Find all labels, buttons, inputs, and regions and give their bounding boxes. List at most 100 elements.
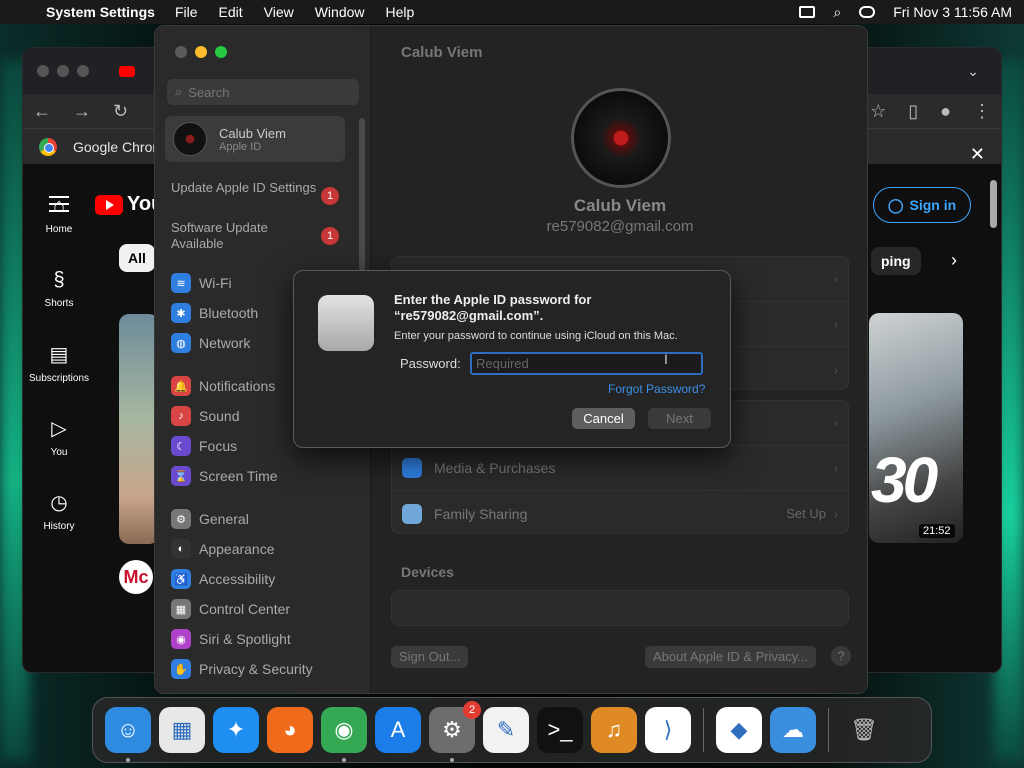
sidebar-item-label: Appearance <box>199 541 275 557</box>
sidebar-item-accessibility[interactable]: ♿ Accessibility <box>171 564 361 594</box>
sidebar-item-general[interactable]: ⚙ General <box>171 504 361 534</box>
dock-weather-icon[interactable]: ☁ <box>770 707 816 753</box>
sidebar-scrollbar[interactable] <box>359 118 365 278</box>
dock-vscode-icon[interactable]: ⟩ <box>645 707 691 753</box>
tab-list-chevron-icon[interactable]: ⌄ <box>967 63 979 80</box>
thumbnail-number: 30 <box>871 444 938 516</box>
sign-out-button[interactable]: Sign Out... <box>391 646 469 668</box>
menu-help[interactable]: Help <box>386 4 415 20</box>
row-label: Media & Purchases <box>434 460 556 476</box>
row-value: Set Up <box>786 506 826 521</box>
yt-nav-home[interactable]: ⌂ Home <box>23 178 95 252</box>
chip-all[interactable]: All <box>119 244 155 272</box>
help-button[interactable]: ? <box>831 646 851 666</box>
menu-window[interactable]: Window <box>315 4 365 20</box>
forward-icon[interactable]: → <box>73 101 91 122</box>
profile-avatar[interactable] <box>571 88 671 188</box>
dock-safari-icon[interactable]: ✦ <box>213 707 259 753</box>
dock: ☺ ▦ ✦ ◕ ◉ A ⚙ 2 ✎ >_ ♫ ⟩ ◆ ☁ 🗑 <box>92 697 932 763</box>
dock-launchpad-icon[interactable]: ▦ <box>159 707 205 753</box>
next-button[interactable]: Next <box>648 408 711 429</box>
chips-next-icon[interactable]: › <box>951 250 957 271</box>
sidebar-item-label: Siri & Spotlight <box>199 631 291 647</box>
settings-row-media-purchases[interactable]: Media & Purchases › <box>392 446 848 491</box>
menu-edit[interactable]: Edit <box>219 4 243 20</box>
sidebar-item-screen-time[interactable]: ⌛ Screen Time <box>171 461 361 491</box>
row-label: Family Sharing <box>434 505 528 522</box>
sidebar-item-privacy-security[interactable]: ✋ Privacy & Security <box>171 654 361 684</box>
yt-nav-history[interactable]: ◷ History <box>23 474 95 548</box>
control-center-icon[interactable] <box>859 6 876 18</box>
side-panel-icon[interactable]: ▯ <box>908 101 918 122</box>
window-controls <box>175 46 227 58</box>
dock-system-settings-icon[interactable]: ⚙ 2 <box>429 701 481 762</box>
channel-avatar[interactable]: Mc <box>119 560 153 594</box>
spotlight-search-icon[interactable]: ⌕ <box>833 4 841 21</box>
sidebar-item-label: Screen Time <box>199 468 278 484</box>
chip-right[interactable]: ping <box>871 247 921 275</box>
menu-app-name[interactable]: System Settings <box>46 4 155 20</box>
more-menu-icon[interactable]: ⋮ <box>973 101 991 122</box>
accessibility-icon: ♿ <box>171 569 191 589</box>
yt-nav-shorts[interactable]: § Shorts <box>23 252 95 326</box>
menu-view[interactable]: View <box>264 4 294 20</box>
yt-nav-subscriptions[interactable]: ▤ Subscriptions <box>23 326 95 400</box>
chevron-right-icon: › <box>834 362 838 377</box>
subscriptions-icon: ▤ <box>49 344 69 366</box>
apple-logo-icon <box>318 295 374 351</box>
sidebar-item-label: Notifications <box>199 378 276 394</box>
dock-finder-icon[interactable]: ☺ <box>105 707 151 762</box>
user-circle-icon: ◯ <box>887 196 904 213</box>
dock-textedit-icon[interactable]: ✎ <box>483 707 529 753</box>
settings-row-family-sharing[interactable]: Family Sharing Set Up › <box>392 491 848 536</box>
clock[interactable]: Fri Nov 3 11:56 AM <box>893 4 1012 20</box>
sidebar-software-update[interactable]: Software Update Available <box>171 220 321 252</box>
sidebar-search-field[interactable]: ⌕ Search <box>167 79 359 105</box>
about-apple-id-button[interactable]: About Apple ID & Privacy... <box>645 646 817 668</box>
dock-terminal-icon[interactable]: >_ <box>537 707 583 753</box>
youtube-tab-icon[interactable] <box>119 65 135 77</box>
yt-nav-label: Shorts <box>44 298 74 309</box>
dock-visual-studio-icon[interactable]: ◆ <box>716 707 762 753</box>
close-dot[interactable] <box>37 65 49 77</box>
cancel-button[interactable]: Cancel <box>572 408 635 429</box>
video-thumbnail-left[interactable] <box>119 314 159 544</box>
minimize-button[interactable] <box>195 46 207 58</box>
dock-separator <box>703 708 704 752</box>
sidebar-account-item[interactable]: Calub Viem Apple ID <box>165 116 345 162</box>
dock-app-store-icon[interactable]: A <box>375 707 421 753</box>
account-name: Calub Viem <box>219 125 286 141</box>
dock-chrome-icon[interactable]: ◉ <box>321 707 367 762</box>
screen-mirroring-icon[interactable] <box>799 6 816 18</box>
zoom-button[interactable] <box>215 46 227 58</box>
sidebar-update-apple-id[interactable]: Update Apple ID Settings <box>171 180 321 196</box>
close-info-bar-icon[interactable]: ✕ <box>970 144 985 165</box>
focus-icon: ☾ <box>171 436 191 456</box>
dock-trash-icon[interactable]: 🗑 <box>841 707 887 753</box>
sidebar-item-siri-spotlight[interactable]: ◉ Siri & Spotlight <box>171 624 361 654</box>
chevron-right-icon: › <box>834 272 838 286</box>
general-icon: ⚙ <box>171 509 191 529</box>
profile-icon[interactable]: ● <box>940 101 951 122</box>
menu-file[interactable]: File <box>175 4 198 20</box>
back-icon[interactable]: ← <box>33 101 51 122</box>
reload-icon[interactable]: ↻ <box>113 101 128 122</box>
zoom-dot[interactable] <box>77 65 89 77</box>
yt-nav-you[interactable]: ▷ You <box>23 400 95 474</box>
apple-id-password-dialog: Enter the Apple ID password for “re57908… <box>293 270 731 448</box>
forgot-password-link[interactable]: Forgot Password? <box>608 382 705 396</box>
search-placeholder: Search <box>188 84 230 100</box>
bookmark-star-icon[interactable]: ☆ <box>870 101 886 122</box>
password-input[interactable] <box>470 352 703 375</box>
family-sharing-icon <box>402 503 422 524</box>
youtube-sign-in-button[interactable]: ◯ Sign in <box>873 187 971 223</box>
sidebar-item-appearance[interactable]: ◐ Appearance <box>171 534 361 564</box>
close-button[interactable] <box>175 46 187 58</box>
chevron-right-icon: › <box>834 416 838 430</box>
sidebar-item-control-center[interactable]: ▦ Control Center <box>171 594 361 624</box>
minimize-dot[interactable] <box>57 65 69 77</box>
dock-garageband-icon[interactable]: ♫ <box>591 707 637 753</box>
dock-firefox-icon[interactable]: ◕ <box>267 707 313 753</box>
privacy-security-icon: ✋ <box>171 659 191 679</box>
chrome-scrollbar[interactable] <box>990 180 997 228</box>
